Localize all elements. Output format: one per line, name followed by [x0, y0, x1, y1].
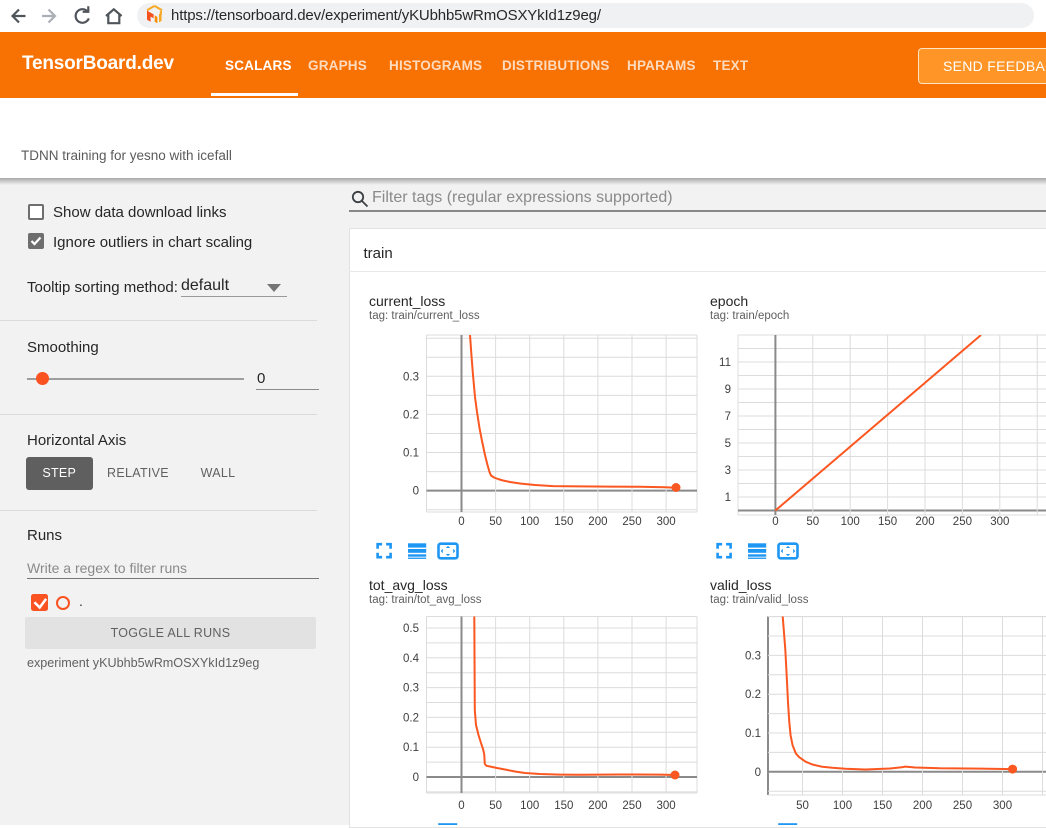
svg-text:150: 150 [554, 800, 573, 812]
svg-text:3: 3 [725, 465, 731, 477]
svg-text:11: 11 [719, 357, 731, 369]
svg-text:0.5: 0.5 [403, 623, 419, 635]
svg-text:100: 100 [833, 800, 852, 812]
svg-text:150: 150 [873, 800, 892, 812]
svg-text:0.1: 0.1 [403, 742, 419, 754]
svg-text:300: 300 [657, 800, 676, 812]
svg-text:250: 250 [953, 516, 972, 528]
svg-text:250: 250 [622, 800, 641, 812]
svg-text:150: 150 [554, 516, 573, 528]
svg-text:300: 300 [990, 516, 1009, 528]
svg-text:0.3: 0.3 [745, 650, 761, 662]
svg-text:100: 100 [520, 516, 539, 528]
svg-text:0.1: 0.1 [403, 448, 419, 460]
svg-text:0: 0 [772, 516, 778, 528]
svg-text:300: 300 [993, 800, 1012, 812]
svg-text:200: 200 [915, 516, 934, 528]
svg-text:250: 250 [622, 516, 641, 528]
svg-text:9: 9 [725, 384, 731, 396]
svg-text:50: 50 [806, 516, 819, 528]
svg-text:100: 100 [520, 800, 539, 812]
svg-text:200: 200 [913, 800, 932, 812]
svg-text:0.2: 0.2 [745, 689, 761, 701]
svg-text:50: 50 [489, 516, 502, 528]
svg-text:250: 250 [953, 800, 972, 812]
svg-text:1: 1 [725, 492, 731, 504]
svg-text:0: 0 [755, 767, 761, 779]
svg-text:0.3: 0.3 [403, 371, 419, 383]
svg-text:0.2: 0.2 [403, 409, 419, 421]
svg-text:5: 5 [725, 438, 731, 450]
svg-text:200: 200 [588, 800, 607, 812]
svg-text:0: 0 [458, 516, 464, 528]
svg-text:0.2: 0.2 [403, 712, 419, 724]
svg-text:100: 100 [841, 516, 860, 528]
svg-text:0.4: 0.4 [403, 653, 420, 665]
svg-text:0.1: 0.1 [745, 728, 761, 740]
svg-text:0: 0 [413, 772, 419, 784]
svg-text:0: 0 [458, 800, 464, 812]
svg-text:50: 50 [489, 800, 502, 812]
svg-text:0.3: 0.3 [403, 683, 419, 695]
svg-text:200: 200 [588, 516, 607, 528]
svg-text:50: 50 [796, 800, 809, 812]
svg-text:0: 0 [413, 486, 419, 498]
svg-text:300: 300 [657, 516, 676, 528]
svg-text:150: 150 [878, 516, 897, 528]
svg-text:7: 7 [725, 411, 731, 423]
